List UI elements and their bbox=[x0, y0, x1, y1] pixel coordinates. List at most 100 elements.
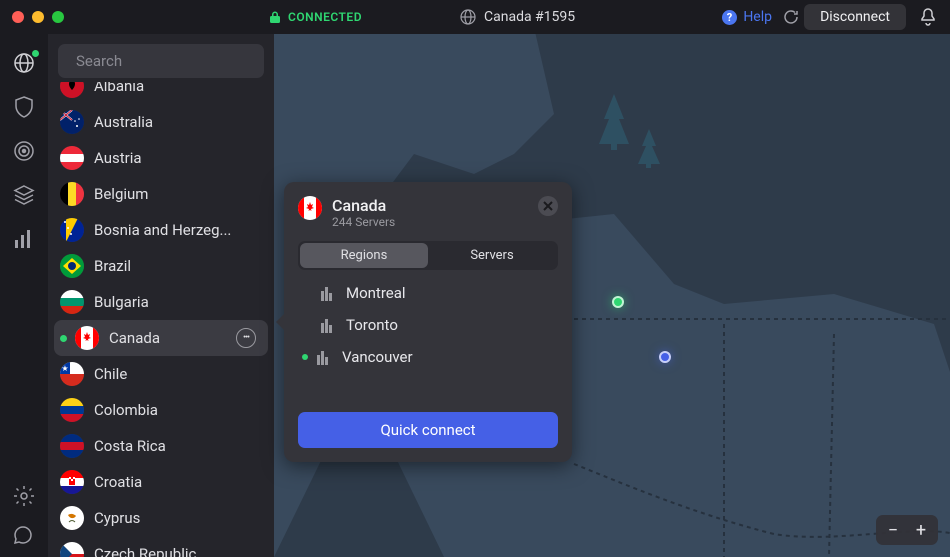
city-icon bbox=[318, 316, 336, 334]
country-item-costarica[interactable]: Costa Rica bbox=[48, 428, 274, 464]
country-panel: Albania Australia Austria Belgium Bosnia… bbox=[48, 34, 274, 557]
nav-security[interactable] bbox=[13, 96, 35, 118]
flag-icon bbox=[60, 254, 84, 278]
flag-icon bbox=[60, 82, 84, 98]
flag-icon bbox=[60, 398, 84, 422]
country-name: Australia bbox=[94, 113, 153, 131]
connection-status: CONNECTED bbox=[270, 10, 362, 24]
connected-dot bbox=[302, 354, 308, 360]
maximize-window-button[interactable] bbox=[52, 11, 64, 23]
popover-subtitle: 244 Servers bbox=[332, 215, 395, 229]
country-item-colombia[interactable]: Colombia bbox=[48, 392, 274, 428]
flag-icon bbox=[298, 196, 322, 220]
help-icon: ? bbox=[722, 10, 737, 25]
server-name: Canada #1595 bbox=[484, 9, 575, 25]
refresh-icon bbox=[782, 8, 800, 26]
layers-icon bbox=[13, 184, 35, 206]
region-list: Montreal Toronto Vancouver bbox=[298, 282, 558, 412]
globe-icon bbox=[13, 52, 35, 74]
tab-servers[interactable]: Servers bbox=[428, 243, 556, 268]
zoom-in-button[interactable]: + bbox=[908, 519, 934, 541]
flag-icon bbox=[60, 182, 84, 206]
zoom-out-button[interactable]: − bbox=[880, 519, 906, 541]
refresh-button[interactable] bbox=[782, 8, 800, 26]
search-box[interactable] bbox=[58, 44, 264, 78]
window-controls bbox=[12, 11, 64, 23]
country-item-cyprus[interactable]: Cyprus bbox=[48, 500, 274, 536]
country-name: Bosnia and Herzeg... bbox=[94, 221, 231, 239]
help-link[interactable]: ? Help bbox=[722, 9, 772, 25]
country-item-croatia[interactable]: Croatia bbox=[48, 464, 274, 500]
search-input[interactable] bbox=[76, 52, 275, 70]
country-item-bulgaria[interactable]: Bulgaria bbox=[48, 284, 274, 320]
popover-title: Canada bbox=[332, 196, 395, 215]
titlebar: CONNECTED Canada #1595 ? Help Disconnect bbox=[0, 0, 950, 34]
chat-icon bbox=[13, 525, 35, 547]
quick-connect-button[interactable]: Quick connect bbox=[298, 412, 558, 448]
flag-icon bbox=[60, 218, 84, 242]
minimize-window-button[interactable] bbox=[32, 11, 44, 23]
country-item-belgium[interactable]: Belgium bbox=[48, 176, 274, 212]
flag-icon bbox=[60, 290, 84, 314]
tab-regions[interactable]: Regions bbox=[300, 243, 428, 268]
close-window-button[interactable] bbox=[12, 11, 24, 23]
country-name: Colombia bbox=[94, 401, 158, 419]
region-item[interactable]: Toronto bbox=[298, 314, 558, 336]
status-text: CONNECTED bbox=[288, 10, 362, 24]
flag-icon bbox=[60, 110, 84, 134]
nav-mesh[interactable] bbox=[13, 184, 35, 206]
country-item-australia[interactable]: Australia bbox=[48, 104, 274, 140]
disconnect-button[interactable]: Disconnect bbox=[804, 4, 906, 30]
notifications-button[interactable] bbox=[920, 8, 936, 26]
country-item-austria[interactable]: Austria bbox=[48, 140, 274, 176]
flag-icon bbox=[60, 146, 84, 170]
nav-settings[interactable] bbox=[13, 485, 35, 507]
region-item[interactable]: Vancouver bbox=[298, 346, 558, 368]
nav-speed[interactable] bbox=[13, 140, 35, 162]
popover-header: Canada 244 Servers bbox=[298, 196, 558, 229]
bell-icon bbox=[920, 8, 936, 26]
country-name: Czech Republic bbox=[94, 545, 196, 557]
country-item-canada[interactable]: Canada ••• bbox=[54, 320, 268, 356]
zoom-controls: − + bbox=[876, 515, 938, 545]
current-server: Canada #1595 bbox=[460, 9, 575, 25]
city-icon bbox=[318, 284, 336, 302]
flag-icon bbox=[60, 506, 84, 530]
region-name: Vancouver bbox=[342, 348, 413, 366]
flag-icon bbox=[60, 434, 84, 458]
nav-rail bbox=[0, 34, 48, 557]
country-name: Chile bbox=[94, 365, 127, 383]
country-name: Croatia bbox=[94, 473, 142, 491]
stats-icon bbox=[15, 230, 33, 248]
gear-icon bbox=[13, 485, 35, 507]
close-popover-button[interactable] bbox=[538, 196, 558, 216]
svg-text:?: ? bbox=[727, 11, 733, 24]
map-pin-other[interactable] bbox=[659, 351, 671, 363]
region-item[interactable]: Montreal bbox=[298, 282, 558, 304]
map-pin-vancouver[interactable] bbox=[612, 296, 624, 308]
nav-support[interactable] bbox=[13, 525, 35, 547]
flag-icon bbox=[60, 470, 84, 494]
country-name: Bulgaria bbox=[94, 293, 149, 311]
globe-icon bbox=[460, 9, 476, 25]
country-item-czech[interactable]: Czech Republic bbox=[48, 536, 274, 557]
more-button[interactable]: ••• bbox=[236, 328, 256, 348]
country-item-bosnia[interactable]: Bosnia and Herzeg... bbox=[48, 212, 274, 248]
country-item-brazil[interactable]: Brazil bbox=[48, 248, 274, 284]
country-list[interactable]: Albania Australia Austria Belgium Bosnia… bbox=[48, 82, 274, 557]
country-item-chile[interactable]: ★ Chile bbox=[48, 356, 274, 392]
flag-icon: ★ bbox=[60, 362, 84, 386]
lock-icon bbox=[270, 11, 280, 23]
country-popover: Canada 244 Servers Regions Servers Montr… bbox=[284, 182, 572, 462]
svg-text:★: ★ bbox=[61, 364, 68, 373]
region-name: Toronto bbox=[346, 316, 398, 334]
nav-browse[interactable] bbox=[13, 52, 35, 74]
country-item-albania[interactable]: Albania bbox=[48, 82, 274, 104]
country-name: Brazil bbox=[94, 257, 131, 275]
city-icon bbox=[314, 348, 332, 366]
flag-icon bbox=[60, 542, 84, 557]
flag-icon bbox=[75, 326, 99, 350]
country-name: Austria bbox=[94, 149, 142, 167]
nav-stats[interactable] bbox=[13, 228, 35, 250]
country-name: Costa Rica bbox=[94, 437, 166, 455]
